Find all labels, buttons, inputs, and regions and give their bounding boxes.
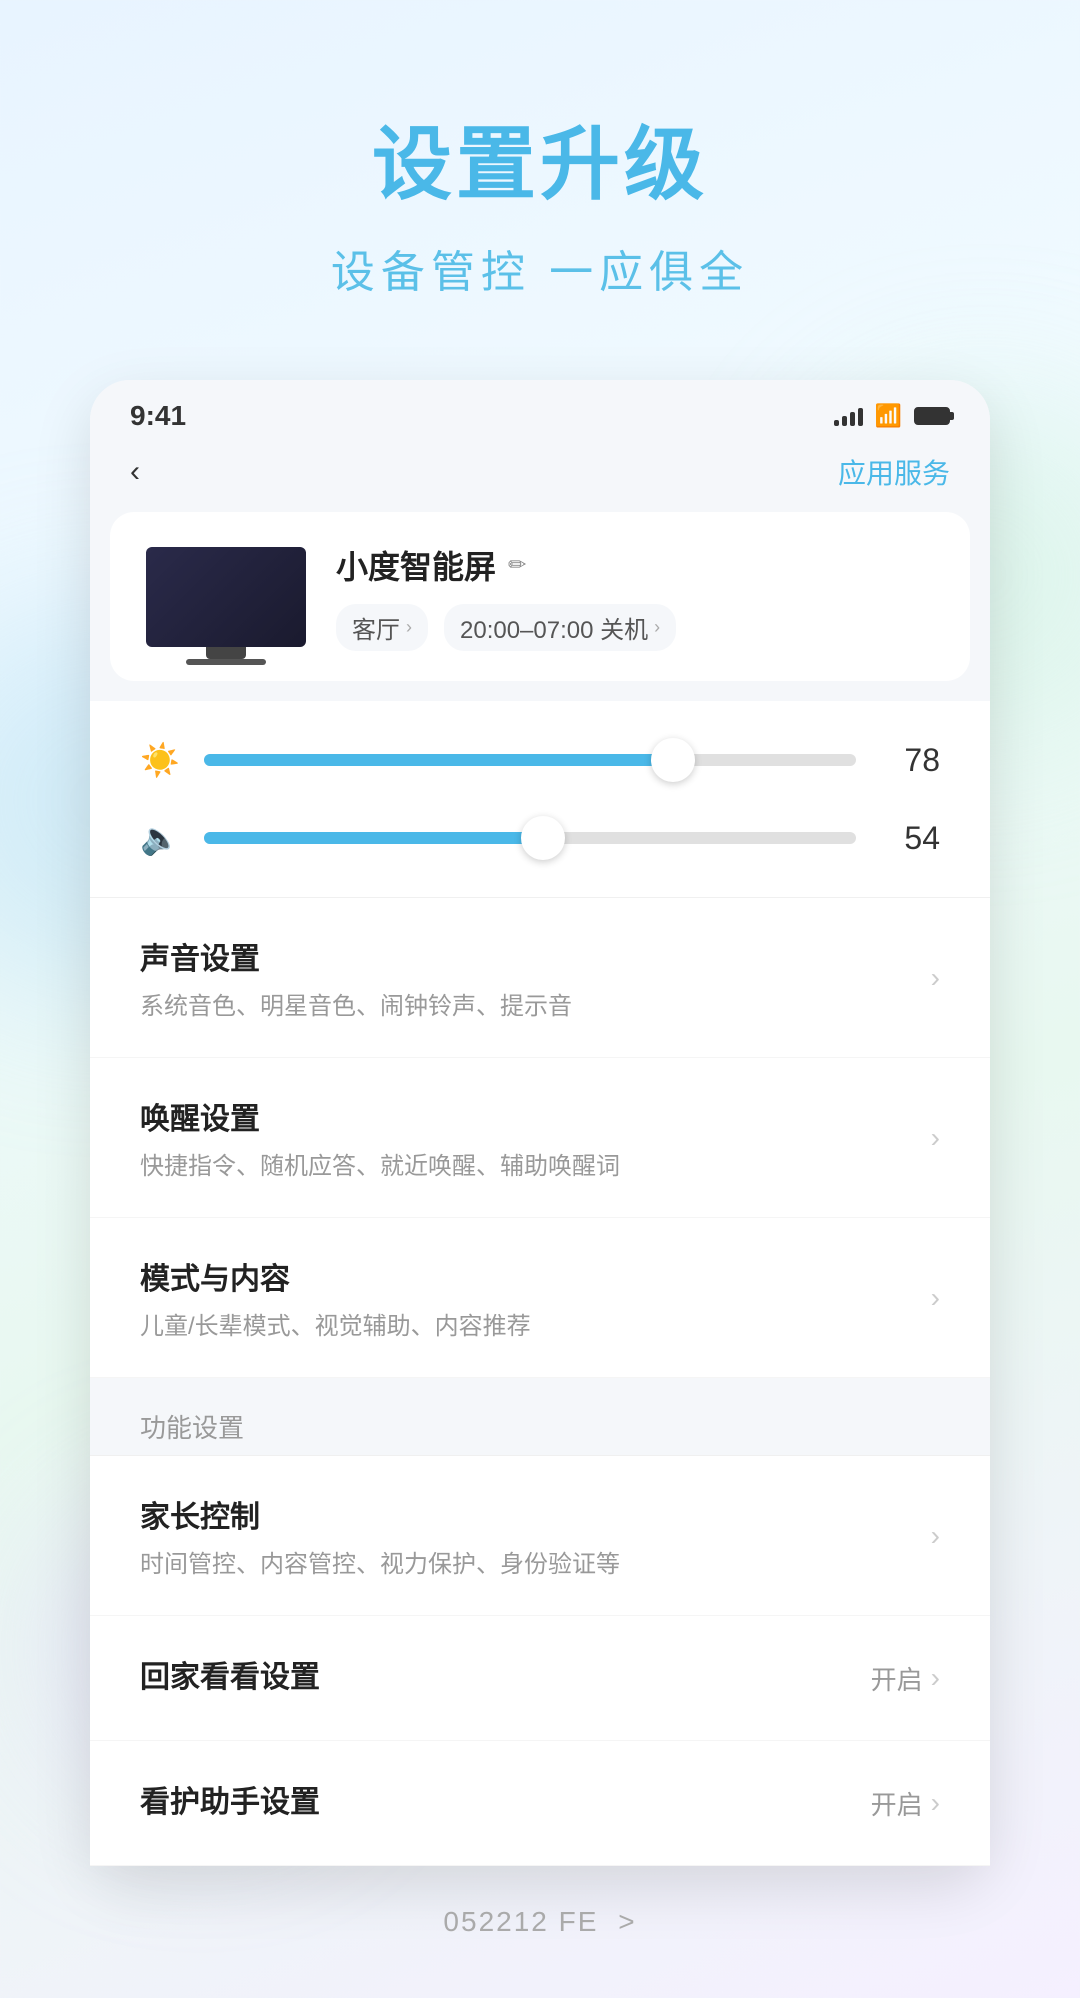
parental-control-title: 家长控制 xyxy=(140,1492,931,1536)
brightness-track[interactable] xyxy=(204,754,856,766)
settings-section: 声音设置 系统音色、明星音色、闹钟铃声、提示音 › 唤醒设置 快捷指令、随机应答… xyxy=(90,897,990,1378)
brightness-slider-row: ☀️ 78 xyxy=(140,741,940,779)
mode-settings-title: 模式与内容 xyxy=(140,1254,931,1298)
volume-thumb[interactable] xyxy=(521,816,565,860)
parental-control-desc: 时间管控、内容管控、视力保护、身份验证等 xyxy=(140,1544,931,1579)
brightness-value: 78 xyxy=(880,742,940,779)
tv-image xyxy=(146,547,306,647)
device-name: 小度智能屏 xyxy=(336,542,496,588)
function-settings-section: 家长控制 时间管控、内容管控、视力保护、身份验证等 › 回家看看设置 开启 › … xyxy=(90,1455,990,1866)
parental-control-chevron: › xyxy=(931,1520,940,1552)
sliders-card: ☀️ 78 🔈 54 xyxy=(90,701,990,897)
home-watch-title: 回家看看设置 xyxy=(140,1652,871,1696)
care-assistant-title: 看护助手设置 xyxy=(140,1777,871,1821)
wifi-icon: 📶 xyxy=(875,403,902,429)
sound-settings-item[interactable]: 声音设置 系统音色、明星音色、闹钟铃声、提示音 › xyxy=(90,898,990,1058)
hero-title: 设置升级 xyxy=(0,100,1080,216)
bottom-bar: 052212 FE > xyxy=(0,1866,1080,1998)
location-label: 客厅 xyxy=(352,610,400,645)
sound-settings-desc: 系统音色、明星音色、闹钟铃声、提示音 xyxy=(140,986,931,1021)
app-service-link[interactable]: 应用服务 xyxy=(838,452,950,492)
device-tags: 客厅 › 20:00–07:00 关机 › xyxy=(336,604,934,651)
volume-fill xyxy=(204,832,543,844)
care-assistant-chevron: › xyxy=(931,1787,940,1819)
version-arrow: > xyxy=(618,1906,636,1937)
care-assistant-item[interactable]: 看护助手设置 开启 › xyxy=(90,1741,990,1866)
volume-value: 54 xyxy=(880,820,940,857)
schedule-chevron: › xyxy=(654,617,660,638)
location-chevron: › xyxy=(406,617,412,638)
phone-mockup: 9:41 📶 ‹ 应用服务 小度智能屏 ✏ xyxy=(90,380,990,1866)
battery-icon xyxy=(914,407,950,425)
version-text: 052212 FE > xyxy=(443,1906,636,1937)
home-watch-item[interactable]: 回家看看设置 开启 › xyxy=(90,1616,990,1741)
mode-settings-desc: 儿童/长辈模式、视觉辅助、内容推荐 xyxy=(140,1306,931,1341)
status-bar: 9:41 📶 xyxy=(90,380,990,442)
parental-control-item[interactable]: 家长控制 时间管控、内容管控、视力保护、身份验证等 › xyxy=(90,1456,990,1616)
status-time: 9:41 xyxy=(130,400,186,432)
version-number: 052212 FE xyxy=(443,1906,598,1937)
volume-icon: 🔈 xyxy=(140,819,180,857)
wakeup-settings-item[interactable]: 唤醒设置 快捷指令、随机应答、就近唤醒、辅助唤醒词 › xyxy=(90,1058,990,1218)
schedule-tag[interactable]: 20:00–07:00 关机 › xyxy=(444,604,676,651)
home-watch-status: 开启 xyxy=(871,1660,923,1697)
location-tag[interactable]: 客厅 › xyxy=(336,604,428,651)
brightness-thumb[interactable] xyxy=(651,738,695,782)
volume-track[interactable] xyxy=(204,832,856,844)
wakeup-settings-desc: 快捷指令、随机应答、就近唤醒、辅助唤醒词 xyxy=(140,1146,931,1181)
function-section-header: 功能设置 xyxy=(90,1378,990,1455)
device-name-row: 小度智能屏 ✏ xyxy=(336,542,934,588)
care-assistant-status: 开启 xyxy=(871,1785,923,1822)
device-info: 小度智能屏 ✏ 客厅 › 20:00–07:00 关机 › xyxy=(336,542,934,651)
nav-bar: ‹ 应用服务 xyxy=(90,442,990,512)
sound-settings-title: 声音设置 xyxy=(140,934,931,978)
wakeup-settings-title: 唤醒设置 xyxy=(140,1094,931,1138)
hero-subtitle: 设备管控 一应俱全 xyxy=(0,236,1080,300)
mode-settings-chevron: › xyxy=(931,1282,940,1314)
brightness-fill xyxy=(204,754,673,766)
device-card: 小度智能屏 ✏ 客厅 › 20:00–07:00 关机 › xyxy=(110,512,970,681)
schedule-label: 20:00–07:00 关机 xyxy=(460,610,648,645)
brightness-icon: ☀️ xyxy=(140,741,180,779)
edit-icon[interactable]: ✏ xyxy=(508,552,526,578)
mode-settings-item[interactable]: 模式与内容 儿童/长辈模式、视觉辅助、内容推荐 › xyxy=(90,1218,990,1378)
status-icons: 📶 xyxy=(834,403,950,429)
home-watch-chevron: › xyxy=(931,1662,940,1694)
sound-settings-chevron: › xyxy=(931,962,940,994)
back-button[interactable]: ‹ xyxy=(130,455,140,489)
volume-slider-row: 🔈 54 xyxy=(140,819,940,857)
hero-section: 设置升级 设备管控 一应俱全 xyxy=(0,0,1080,360)
signal-icon xyxy=(834,406,863,426)
wakeup-settings-chevron: › xyxy=(931,1122,940,1154)
